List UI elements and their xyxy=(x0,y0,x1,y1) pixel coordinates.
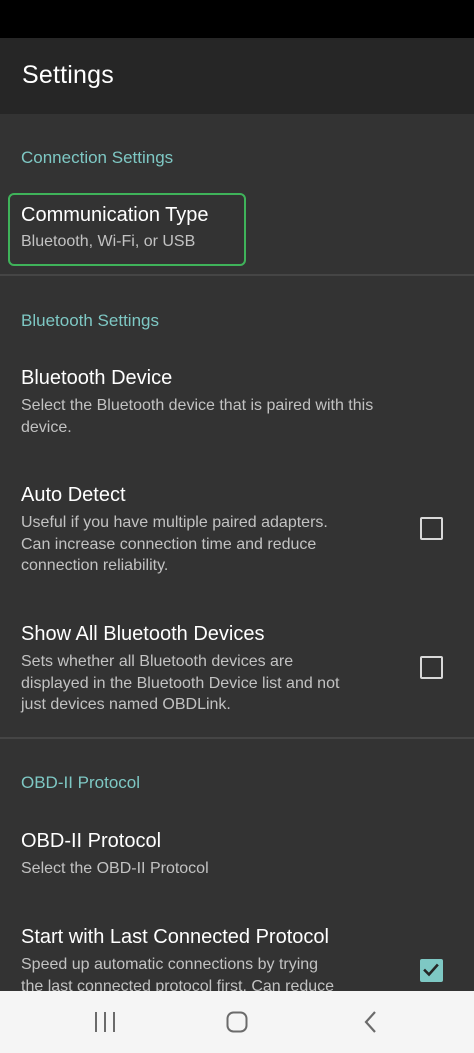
back-button[interactable] xyxy=(351,1005,391,1039)
back-icon xyxy=(364,1011,376,1033)
show-all-bluetooth-checkbox[interactable] xyxy=(420,656,443,679)
communication-type-summary: Bluetooth, Wi-Fi, or USB xyxy=(21,233,196,250)
show-all-bluetooth-title[interactable]: Show All Bluetooth Devices xyxy=(21,623,264,646)
auto-detect-checkbox[interactable] xyxy=(420,517,443,540)
recent-apps-button[interactable] xyxy=(85,1005,125,1039)
status-bar xyxy=(0,0,474,38)
navigation-bar xyxy=(0,991,474,1053)
divider xyxy=(0,737,474,739)
obd-protocol-title[interactable]: OBD-II Protocol xyxy=(21,830,161,853)
app-bar: Settings xyxy=(0,38,474,114)
settings-list[interactable]: Connection Settings Communication Type B… xyxy=(0,114,474,991)
show-all-bluetooth-summary: Sets whether all Bluetooth devices are d… xyxy=(21,653,340,713)
section-header-bluetooth: Bluetooth Settings xyxy=(21,311,159,330)
auto-detect-summary: Useful if you have multiple paired adapt… xyxy=(21,514,328,574)
section-header-protocol: OBD-II Protocol xyxy=(21,773,141,792)
divider xyxy=(0,274,474,276)
auto-detect-title[interactable]: Auto Detect xyxy=(21,484,126,507)
start-last-protocol-checkbox[interactable] xyxy=(420,959,443,982)
recent-apps-icon xyxy=(95,1012,115,1032)
page-title: Settings xyxy=(22,61,114,89)
communication-type-title: Communication Type xyxy=(21,204,209,226)
home-button[interactable] xyxy=(217,1005,257,1039)
start-last-protocol-title[interactable]: Start with Last Connected Protocol xyxy=(21,926,329,949)
section-header-connection: Connection Settings xyxy=(21,148,174,167)
home-icon xyxy=(226,1011,248,1033)
checkmark-icon xyxy=(423,963,439,977)
start-last-protocol-summary: Speed up automatic connections by trying… xyxy=(21,956,335,991)
bluetooth-device-summary: Select the Bluetooth device that is pair… xyxy=(21,397,374,436)
bluetooth-device-title[interactable]: Bluetooth Device xyxy=(21,367,172,390)
obd-protocol-summary: Select the OBD-II Protocol xyxy=(21,860,209,877)
